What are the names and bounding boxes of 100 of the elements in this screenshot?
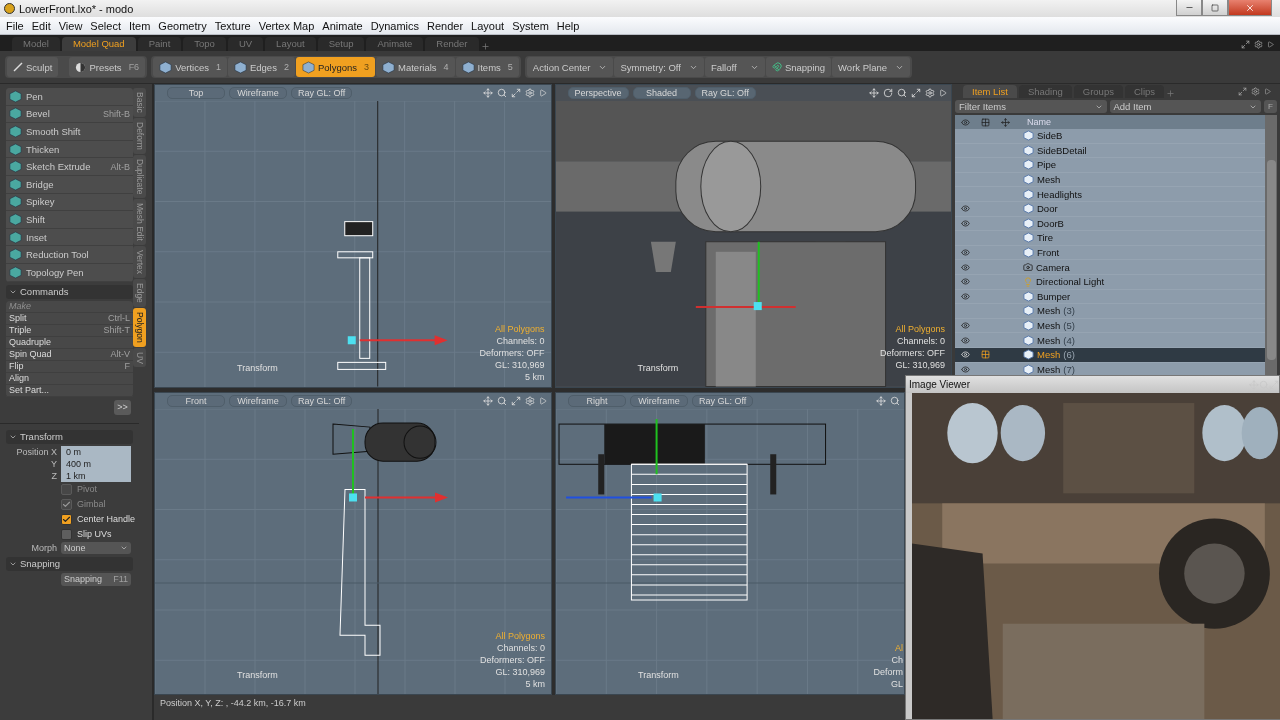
presets-button[interactable]: Presets F6 bbox=[69, 57, 146, 77]
view-button[interactable]: Top bbox=[167, 87, 225, 99]
add-tab-icon[interactable] bbox=[1166, 89, 1176, 98]
menu-item[interactable]: Help bbox=[552, 19, 584, 32]
maximize-icon[interactable] bbox=[510, 88, 521, 98]
sculpt-button[interactable]: Sculpt bbox=[7, 57, 59, 77]
more-button[interactable]: >> bbox=[114, 399, 131, 415]
maximize-button[interactable] bbox=[1202, 0, 1228, 16]
eye-icon[interactable] bbox=[960, 335, 970, 345]
item-row[interactable]: Mesh (5) bbox=[955, 318, 1265, 334]
add-tab-icon[interactable] bbox=[480, 42, 490, 51]
rotate-icon[interactable] bbox=[883, 88, 893, 98]
item-row[interactable]: Bumper bbox=[955, 289, 1265, 305]
eye-icon[interactable] bbox=[960, 291, 970, 301]
mode-button[interactable]: Vertices 1 bbox=[153, 57, 227, 77]
view-button[interactable]: Front bbox=[167, 394, 225, 407]
search-icon[interactable] bbox=[496, 88, 507, 98]
scrollbar-thumb[interactable] bbox=[1266, 160, 1276, 360]
ray-gl-button[interactable]: Ray GL: Off bbox=[291, 394, 353, 407]
tool-button[interactable]: Sketch Extrude Alt-B bbox=[6, 158, 133, 176]
eye-icon[interactable] bbox=[960, 350, 970, 360]
scrollbar[interactable] bbox=[1265, 115, 1277, 378]
layout-tab[interactable]: Topo bbox=[183, 37, 226, 51]
layout-tab[interactable]: Model bbox=[12, 37, 60, 51]
settings-icon[interactable] bbox=[1254, 39, 1263, 49]
eye-icon[interactable] bbox=[960, 321, 970, 330]
command-button[interactable]: Triple Shift-T bbox=[6, 324, 133, 337]
panel-tab[interactable]: Clips bbox=[1124, 85, 1165, 98]
move-icon[interactable] bbox=[876, 395, 886, 406]
item-row[interactable]: Mesh (3) bbox=[955, 304, 1265, 319]
command-button[interactable]: Split Ctrl-L bbox=[6, 312, 133, 325]
eye-icon[interactable] bbox=[960, 277, 970, 287]
move-icon[interactable] bbox=[482, 88, 493, 98]
view-button[interactable]: Right bbox=[568, 394, 626, 407]
mode-button[interactable]: Items 5 bbox=[455, 57, 519, 77]
section-header[interactable]: Transform bbox=[6, 429, 133, 444]
tool-button[interactable]: Smooth Shift bbox=[6, 123, 133, 141]
ray-gl-button[interactable]: Ray GL: Off bbox=[694, 87, 756, 99]
side-tab[interactable]: UV bbox=[133, 347, 146, 368]
search-icon[interactable] bbox=[897, 88, 907, 98]
item-row[interactable]: Tire bbox=[955, 231, 1265, 246]
command-button[interactable]: Set Part... bbox=[6, 384, 133, 397]
item-row[interactable]: Front bbox=[955, 245, 1265, 261]
menu-item[interactable]: File bbox=[2, 19, 28, 32]
shading-button[interactable]: Wireframe bbox=[229, 394, 287, 407]
layout-tab[interactable]: Setup bbox=[317, 37, 365, 51]
play-icon[interactable] bbox=[1267, 40, 1274, 48]
menu-item[interactable]: Dynamics bbox=[366, 19, 423, 32]
menu-item[interactable]: Geometry bbox=[154, 19, 211, 32]
item-row[interactable]: SideB bbox=[955, 129, 1265, 144]
panel-tab[interactable]: Shading bbox=[1018, 85, 1072, 98]
maximize-icon[interactable] bbox=[511, 395, 521, 406]
eye-icon[interactable] bbox=[960, 248, 970, 258]
item-row[interactable]: Pipe bbox=[955, 158, 1265, 173]
section-header[interactable]: Commands bbox=[6, 284, 133, 299]
shading-button[interactable]: Wireframe bbox=[229, 87, 287, 99]
search-icon[interactable] bbox=[890, 395, 900, 406]
item-row[interactable]: DoorB bbox=[955, 216, 1265, 232]
side-tab[interactable]: Duplicate bbox=[133, 154, 146, 199]
item-row[interactable]: Mesh (4) bbox=[955, 333, 1265, 348]
eye-icon[interactable] bbox=[960, 262, 970, 272]
item-row[interactable]: Door bbox=[955, 201, 1265, 217]
maximize-icon[interactable] bbox=[911, 88, 921, 98]
maximize-icon[interactable] bbox=[1241, 39, 1250, 49]
view-button[interactable]: Perspective bbox=[567, 87, 629, 99]
tool-button[interactable]: Reduction Tool bbox=[6, 246, 133, 264]
item-row[interactable]: SideBDetail bbox=[955, 143, 1265, 159]
maximize-icon[interactable] bbox=[1238, 86, 1247, 96]
layout-tab[interactable]: Render bbox=[425, 37, 479, 51]
tool-button[interactable]: Pen bbox=[6, 88, 133, 106]
menu-item[interactable]: Layout bbox=[467, 19, 509, 32]
snapping-button[interactable]: Snapping F11 bbox=[61, 572, 131, 586]
dropdown-button[interactable]: Work Plane bbox=[832, 57, 910, 77]
menu-item[interactable]: Item bbox=[124, 19, 155, 32]
tool-button[interactable]: Shift bbox=[6, 211, 133, 229]
ray-gl-button[interactable]: Ray GL: Off bbox=[291, 87, 353, 99]
dropdown-button[interactable]: Falloff bbox=[704, 57, 765, 77]
menu-item[interactable]: Edit bbox=[27, 19, 55, 32]
command-button[interactable]: Flip F bbox=[6, 360, 133, 373]
menu-item[interactable]: View bbox=[54, 19, 87, 32]
snapping-button[interactable]: Snapping bbox=[765, 57, 832, 77]
play-icon[interactable] bbox=[1264, 87, 1271, 95]
search-icon[interactable] bbox=[497, 395, 507, 406]
layout-tab[interactable]: UV bbox=[227, 37, 264, 51]
number-field[interactable]: 0 m bbox=[61, 445, 131, 458]
checkbox[interactable] bbox=[61, 528, 72, 540]
item-row[interactable]: Headlights bbox=[955, 187, 1265, 202]
side-tab[interactable]: Deform bbox=[133, 117, 146, 154]
command-button[interactable]: Spin Quad Alt-V bbox=[6, 348, 133, 361]
eye-icon[interactable] bbox=[960, 364, 970, 374]
item-row[interactable]: Camera bbox=[955, 260, 1265, 275]
mode-button[interactable]: Materials 4 bbox=[376, 57, 455, 77]
menu-item[interactable]: Texture bbox=[210, 19, 255, 32]
item-row[interactable]: Mesh bbox=[955, 172, 1265, 188]
shading-button[interactable]: Shaded bbox=[632, 87, 691, 99]
side-tab[interactable]: Polygon bbox=[133, 307, 146, 347]
menu-item[interactable]: Animate bbox=[318, 19, 367, 32]
move-icon[interactable] bbox=[483, 395, 493, 406]
section-header[interactable]: Snapping bbox=[6, 556, 133, 571]
checkbox[interactable] bbox=[61, 513, 72, 525]
